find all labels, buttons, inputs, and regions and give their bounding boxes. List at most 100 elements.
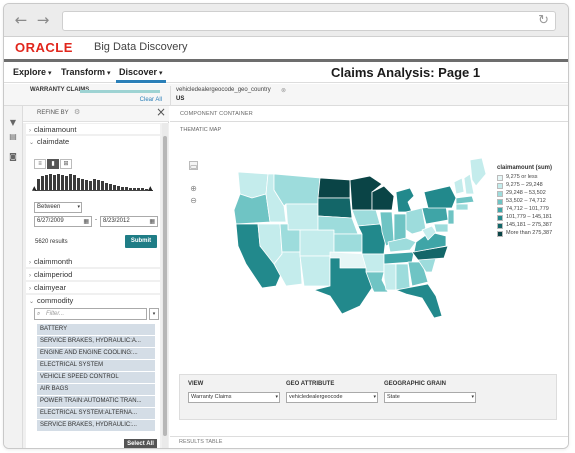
state-co[interactable] [299,229,335,257]
menu-discover[interactable]: Discover ▾ [119,67,163,77]
filter-icon[interactable]: ▼ [8,118,18,128]
clear-all-link[interactable]: Clear All [140,97,162,103]
facet-claimyear-row: › claimyear [29,283,66,292]
facet-label: claimperiod [34,270,73,279]
menu-explore[interactable]: Explore ▾ [13,67,52,77]
legend-item[interactable]: 145,181 – 275,387 [497,222,568,230]
facet-claimmonth[interactable]: › claimmonth [26,256,160,267]
legend-item[interactable]: More than 275,387 [497,230,568,238]
state-me[interactable] [469,157,487,187]
reload-icon[interactable]: ↻ [538,13,549,28]
zoom-out-icon[interactable]: ⊖ [189,196,198,205]
facet-claimperiod-row: › claimperiod [29,270,72,279]
date-from-input[interactable]: 6/27/2009 ▦ [34,216,92,227]
refine-scrollbar-thumb[interactable] [163,136,167,436]
bookmark-icon[interactable]: ▤ [8,132,18,142]
histogram-bar [105,183,108,190]
view-select[interactable]: Warranty Claims ▾ [188,392,280,403]
facet-claimdate-row[interactable]: ⌄ claimdate [29,137,69,146]
state-or[interactable] [233,193,271,225]
state-nd[interactable] [317,177,351,199]
zoom-in-icon[interactable]: ⊕ [189,184,198,193]
state-ny[interactable] [423,185,457,209]
commodity-filter-input[interactable]: ⌕ Filter... [34,308,147,320]
commodity-item[interactable]: POWER TRAIN:AUTOMATIC TRAN... [37,396,155,407]
state-ks[interactable] [333,233,363,253]
back-arrow-icon[interactable]: ← [12,12,30,28]
date-from-value: 6/27/2009 [37,218,64,224]
address-bar[interactable]: ↻ [62,11,556,31]
forward-arrow-icon[interactable]: → [34,12,52,28]
geo-attribute-label: GEO ATTRIBUTE [286,381,335,387]
legend-item[interactable]: 101,779 – 145,181 [497,214,568,222]
geographic-grain-select[interactable]: State ▾ [384,392,476,403]
calendar-icon[interactable]: ▦ [149,217,155,226]
state-mt[interactable] [273,173,321,207]
histogram-bar [109,184,112,190]
histogram-bar [45,175,48,190]
state-nj[interactable] [447,209,455,225]
legend-swatch [497,207,503,213]
state-mi[interactable] [395,187,415,213]
range-view-icon[interactable]: ⊞ [60,159,72,169]
state-al[interactable] [395,263,411,291]
state-wa[interactable] [237,171,269,199]
state-sd[interactable] [317,197,353,219]
remove-refinement-icon[interactable]: ⊗ [281,87,286,94]
gear-icon[interactable]: ⚙ [74,108,80,116]
facet-claimyear[interactable]: › claimyear [26,282,160,293]
close-icon[interactable]: × [156,105,166,119]
date-to-input[interactable]: 8/23/2012 ▦ [100,216,158,227]
commodity-item[interactable]: ELECTRICAL SYSTEM [37,360,155,371]
state-nm[interactable] [299,255,331,287]
histogram-view-icon[interactable]: ▮ [47,159,59,169]
histogram-bar [57,174,60,190]
filter-dropdown[interactable]: ▾ [149,308,159,320]
commodity-item[interactable]: BATTERY [37,324,155,335]
geo-attribute-select[interactable]: vehicledealergeocode ▾ [286,392,378,403]
menu-transform[interactable]: Transform ▾ [61,67,111,77]
geographic-grain-value: State [387,394,400,400]
facet-label: claimmonth [34,257,73,266]
range-handle-left[interactable]: ▲ [32,185,37,192]
state-ma[interactable] [455,195,475,205]
state-md[interactable] [433,223,449,233]
list-view-icon[interactable]: ≡ [34,159,46,169]
legend-title: claimamount (sum) [497,165,553,171]
facet-claimmonth-row: › claimmonth [29,257,72,266]
state-wy[interactable] [285,203,319,231]
us-choropleth-map[interactable] [200,146,490,321]
facet-claimamount[interactable]: › claimamount [26,124,160,134]
facet-commodity-row[interactable]: ⌄ commodity [29,296,73,305]
range-mode-select[interactable]: Between ▾ [34,202,82,213]
legend-item[interactable]: 29,248 – 53,502 [497,190,568,198]
camera-icon[interactable]: ◙ [8,152,18,162]
commodity-item[interactable]: ELECTRICAL SYSTEM:ALTERNA... [37,408,155,419]
commodity-item[interactable]: ENGINE AND ENGINE COOLING:... [37,348,155,359]
breadcrumb-warranty-claims[interactable]: WARRANTY CLAIMS Clear All [26,86,166,106]
state-fl[interactable] [395,283,443,319]
breadcrumb-bar: WARRANTY CLAIMS Clear All vehicledealerg… [4,84,568,106]
map-layer-icon[interactable]: ▭ [189,161,198,171]
commodity-item[interactable]: AIR BAGS [37,384,155,395]
calendar-icon[interactable]: ▦ [83,217,89,226]
range-handle-right[interactable]: ▲ [148,185,153,192]
breadcrumb-geo-country[interactable]: vehicledealergeocode_geo_country US ⊗ [170,86,288,106]
state-ia[interactable] [351,209,381,227]
state-in[interactable] [393,213,407,243]
state-pa[interactable] [421,205,449,225]
legend-item[interactable]: 53,502 – 74,712 [497,198,568,206]
commodity-item[interactable]: VEHICLE SPEED CONTROL [37,372,155,383]
commodity-item[interactable]: SERVICE BRAKES, HYDRAULIC:A... [37,336,155,347]
state-ms[interactable] [383,263,397,291]
legend-item[interactable]: 9,275 or less [497,174,568,182]
state-vt[interactable] [453,177,465,195]
select-all-button[interactable]: Select All [124,439,157,448]
commodity-item[interactable]: SERVICE BRAKES, HYDRAULIC:... [37,420,155,431]
histogram-bar [49,174,52,190]
legend-item[interactable]: 74,712 – 101,779 [497,206,568,214]
state-ct[interactable] [455,203,469,211]
facet-claimperiod[interactable]: › claimperiod [26,269,160,280]
submit-button[interactable]: Submit [125,235,157,248]
legend-item[interactable]: 9,275 – 29,248 [497,182,568,190]
